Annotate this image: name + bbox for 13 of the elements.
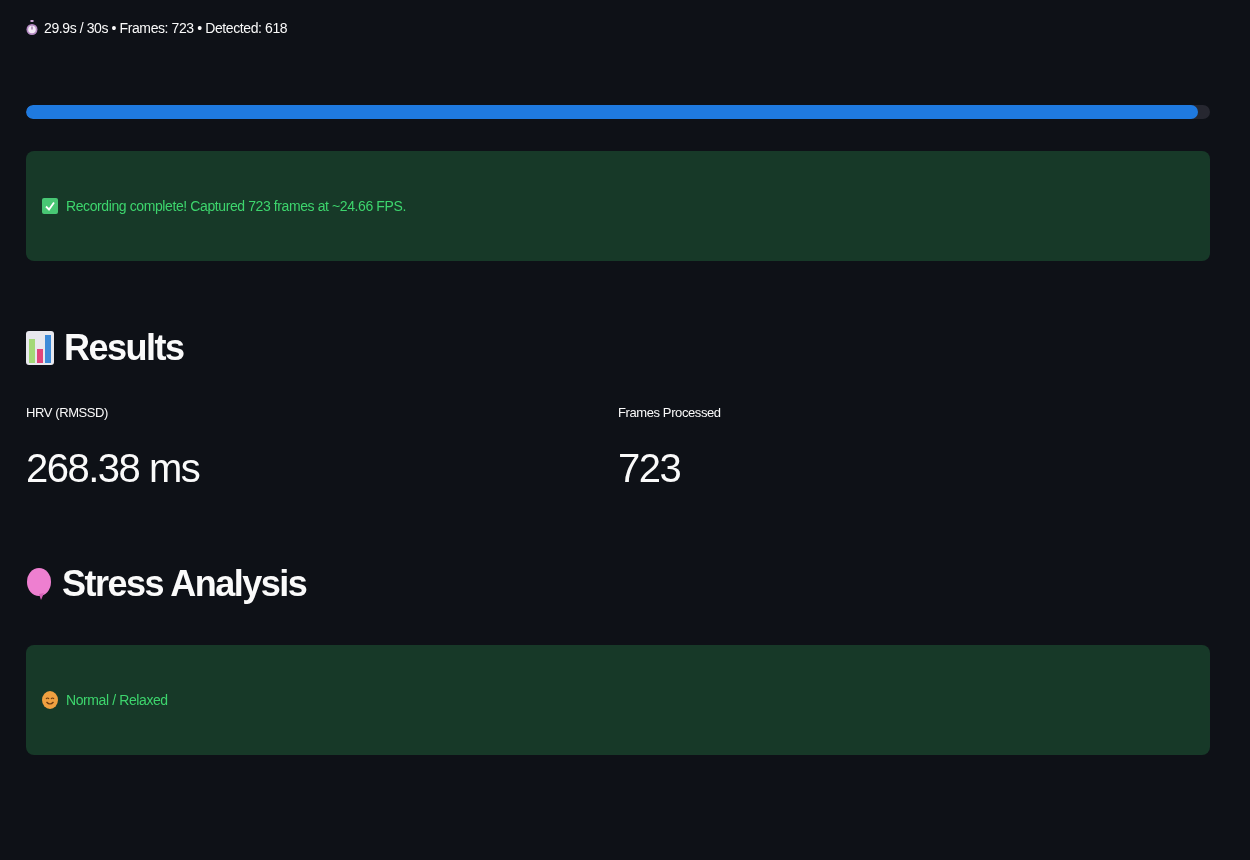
- metric-value: 268.38 ms: [26, 446, 201, 491]
- smiley-icon: [42, 691, 58, 709]
- success-message: Recording complete! Captured 723 frames at ~24.66 FPS.: [66, 198, 406, 214]
- stopwatch-icon: [26, 20, 38, 36]
- metric-value: 723: [618, 446, 682, 491]
- checkmark-icon: [42, 198, 58, 214]
- stress-analysis-heading: Stress Analysis: [62, 563, 307, 605]
- bar-chart-icon: [26, 331, 54, 365]
- metric-label: HRV (RMSSD): [26, 405, 110, 420]
- stress-result-text: Normal / Relaxed: [66, 692, 168, 708]
- results-heading: Results: [64, 327, 184, 369]
- recording-status-text: 29.9s / 30s • Frames: 723 • Detected: 618: [44, 20, 288, 36]
- metric-label: Frames Processed: [618, 405, 722, 420]
